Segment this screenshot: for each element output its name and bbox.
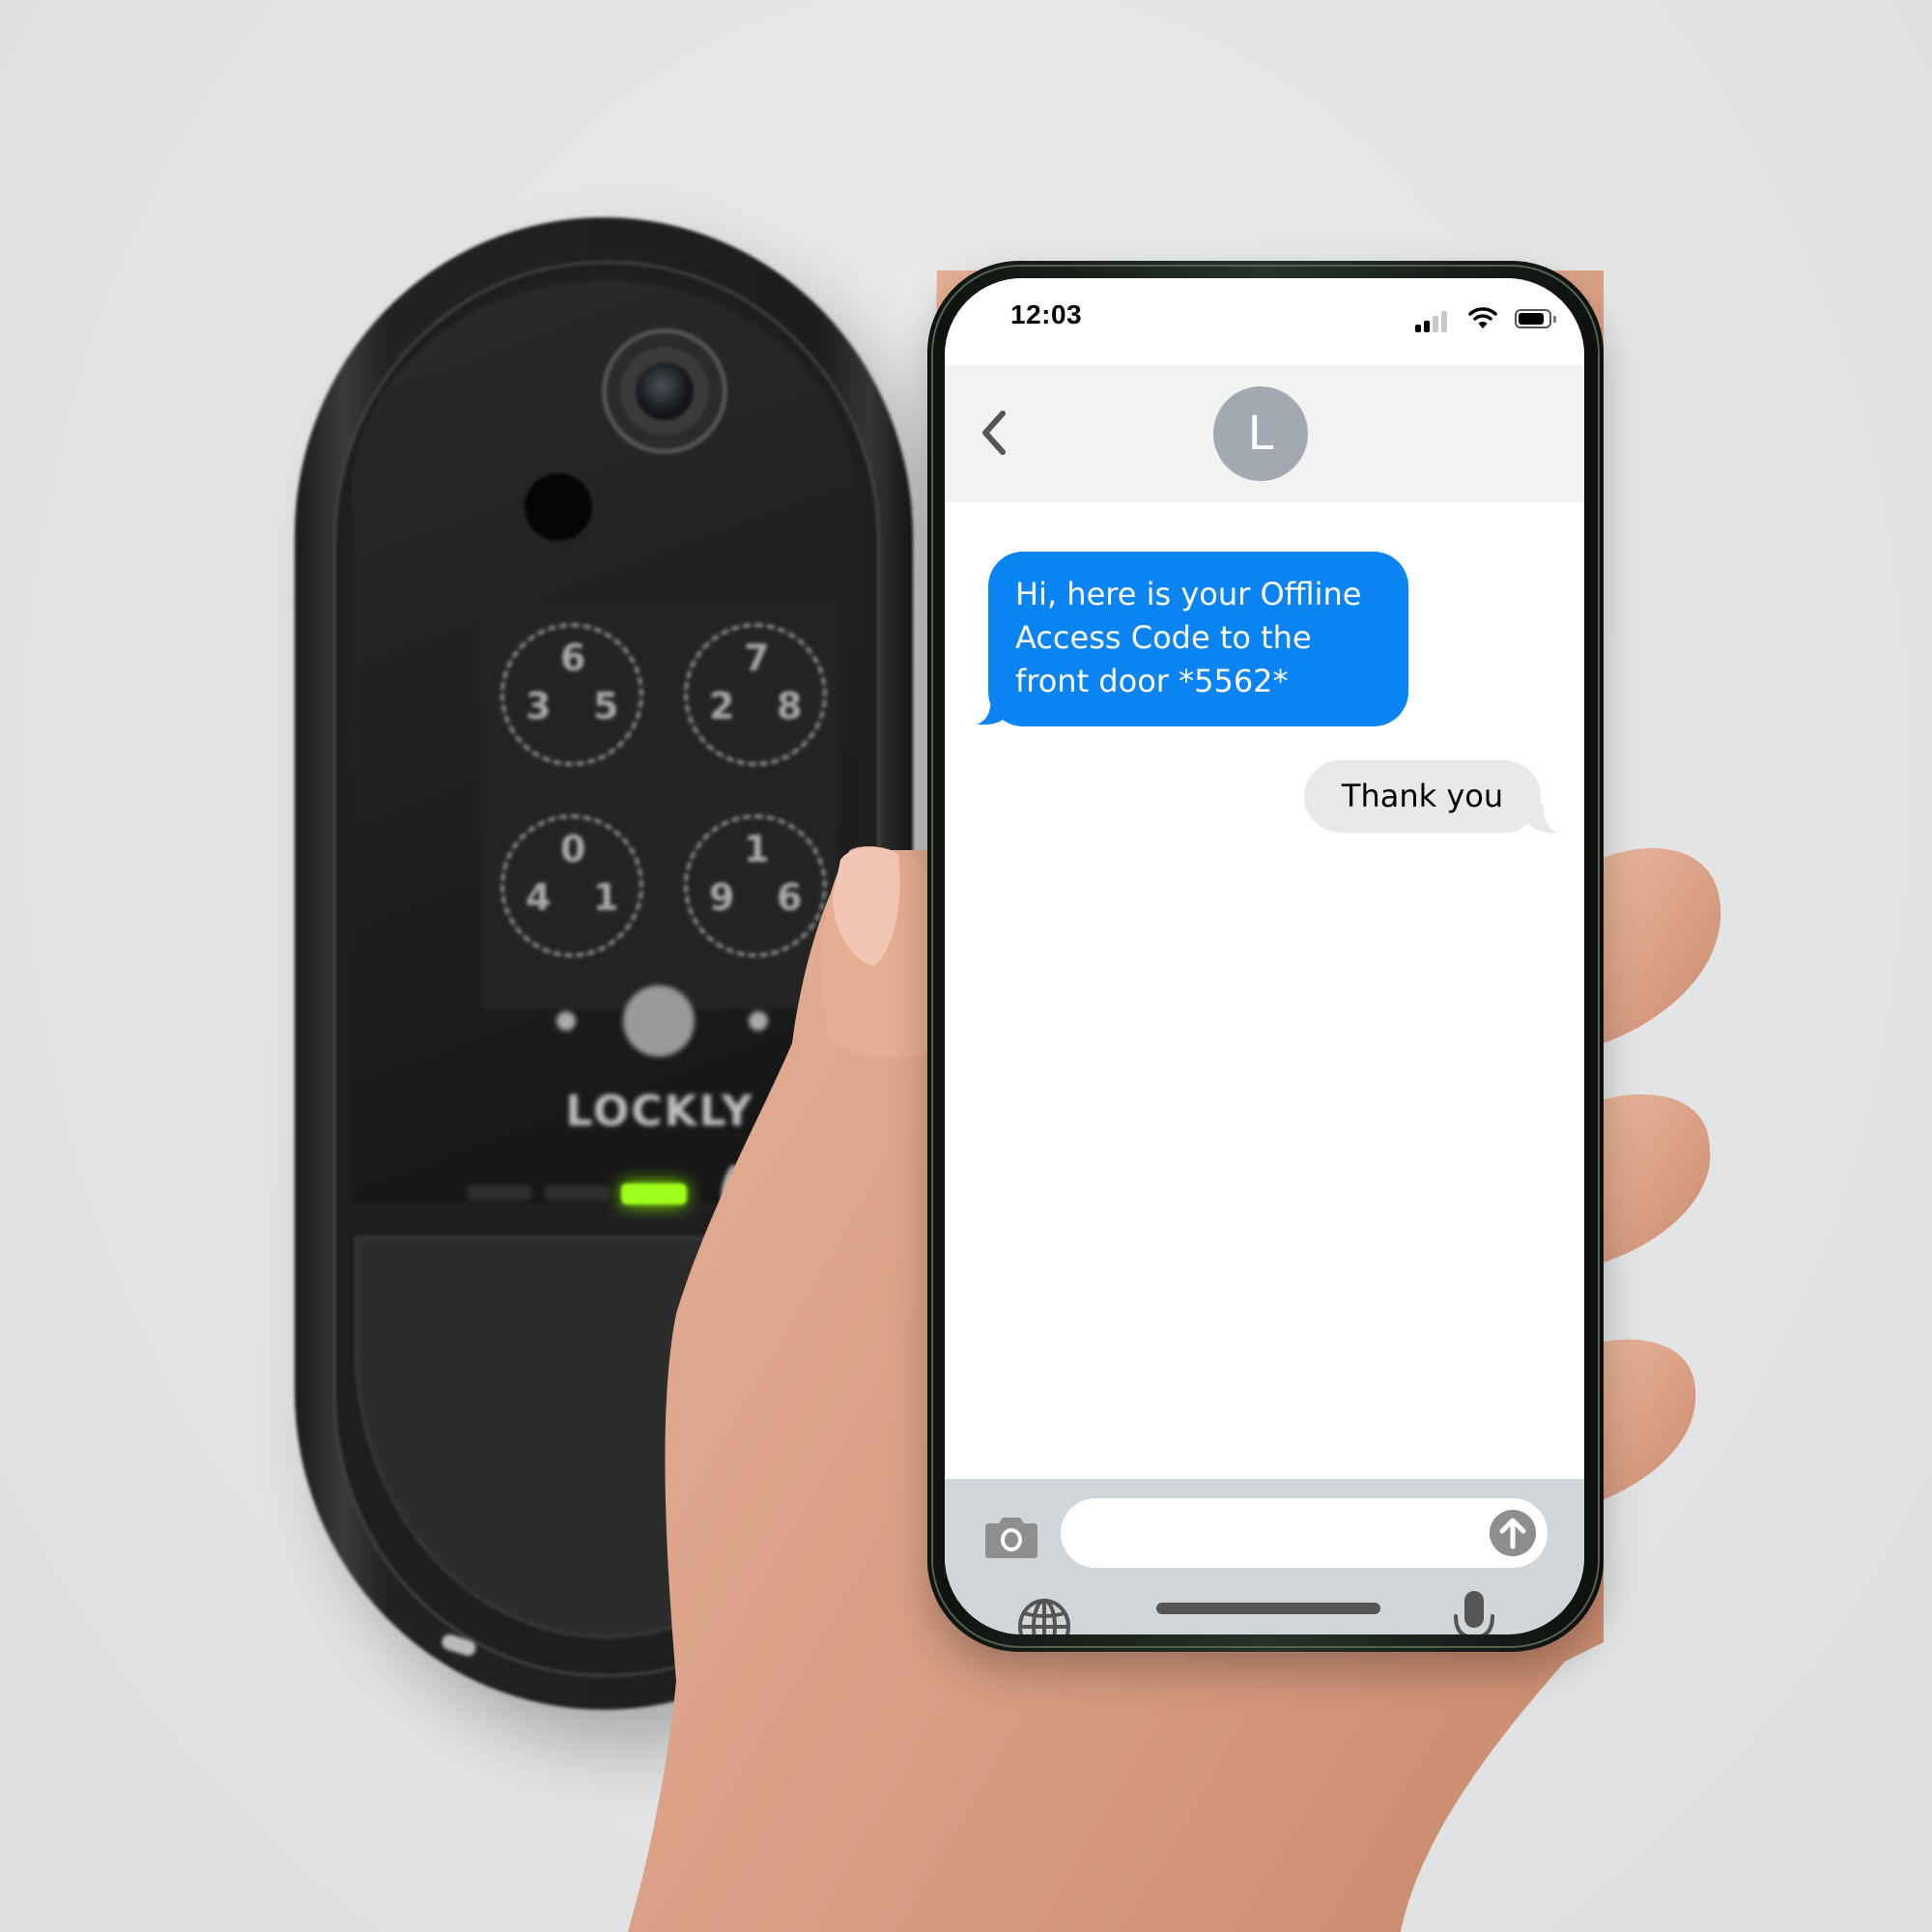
camera-icon[interactable] <box>985 1516 1037 1558</box>
cellular-signal-icon <box>1415 311 1454 332</box>
status-bar: 12:03 <box>945 278 1584 365</box>
key-digit: 0 <box>560 828 586 870</box>
messages-app-screen: 12:03 L Hi, here is your Offline Access … <box>945 278 1584 1634</box>
finger-index <box>1599 848 1721 1043</box>
key-digit: 8 <box>777 685 803 727</box>
key-digit: 6 <box>777 876 803 919</box>
key-digit: 3 <box>526 685 552 727</box>
smartphone: 12:03 L Hi, here is your Offline Access … <box>927 261 1604 1652</box>
message-bubble-incoming[interactable]: Hi, here is your Offline Access Code to … <box>988 552 1408 726</box>
contact-avatar[interactable]: L <box>1213 386 1308 481</box>
smart-lock-device: 6 3 5 7 2 8 0 4 1 1 9 6 LOCKLY (( <box>295 217 913 1710</box>
message-line: Hi, here is your Offline <box>1015 576 1362 612</box>
keypad-button: 7 2 8 <box>684 623 827 766</box>
key-digit: 1 <box>593 876 619 919</box>
lock-indicator-dot <box>749 1011 768 1031</box>
keypad-button: 1 9 6 <box>684 814 827 957</box>
lock-camera <box>602 328 727 454</box>
lock-front-panel: 6 3 5 7 2 8 0 4 1 1 9 6 LOCKLY (( <box>351 280 857 1236</box>
home-indicator[interactable] <box>1156 1603 1380 1614</box>
message-line: Access Code to the <box>1015 619 1312 656</box>
key-digit: 4 <box>526 876 552 919</box>
key-digit: 1 <box>744 828 770 870</box>
globe-icon[interactable] <box>1017 1598 1071 1634</box>
status-led-off <box>544 1185 610 1201</box>
conversation-header: L <box>945 365 1584 502</box>
keypad-button: 6 3 5 <box>500 623 643 766</box>
message-composer <box>945 1479 1584 1634</box>
message-input[interactable] <box>1061 1498 1548 1568</box>
wifi-icon <box>1468 307 1497 328</box>
message-thread: Hi, here is your Offline Access Code to … <box>945 502 1584 1479</box>
message-line: front door *5562* <box>1015 663 1289 699</box>
message-bubble-outgoing[interactable]: Thank you <box>1304 760 1541 833</box>
chevron-left-icon[interactable] <box>974 404 1012 462</box>
status-led-off <box>467 1185 532 1201</box>
key-digit: 6 <box>560 637 586 679</box>
lock-knob <box>756 1150 843 1236</box>
lock-indicator-dot <box>556 1011 576 1031</box>
lock-sensor <box>525 473 592 541</box>
status-led-green <box>621 1183 687 1205</box>
arrow-up-circle-icon[interactable] <box>1490 1510 1536 1556</box>
lock-brand-logo: LOCKLY <box>565 1087 754 1136</box>
camera-lens-icon <box>636 362 694 420</box>
key-digit: 2 <box>709 685 735 727</box>
fingerprint-sensor-icon <box>623 985 695 1057</box>
key-digit: 7 <box>744 637 770 679</box>
keypad-button: 0 4 1 <box>500 814 643 957</box>
finger-middle <box>1594 1094 1711 1265</box>
status-time: 12:03 <box>1010 299 1083 329</box>
key-digit: 9 <box>709 876 735 919</box>
battery-icon <box>1515 309 1556 328</box>
microphone-icon[interactable] <box>1453 1591 1495 1634</box>
lock-keypad: 6 3 5 7 2 8 0 4 1 1 9 6 <box>481 604 838 1009</box>
key-digit: 5 <box>593 685 619 727</box>
